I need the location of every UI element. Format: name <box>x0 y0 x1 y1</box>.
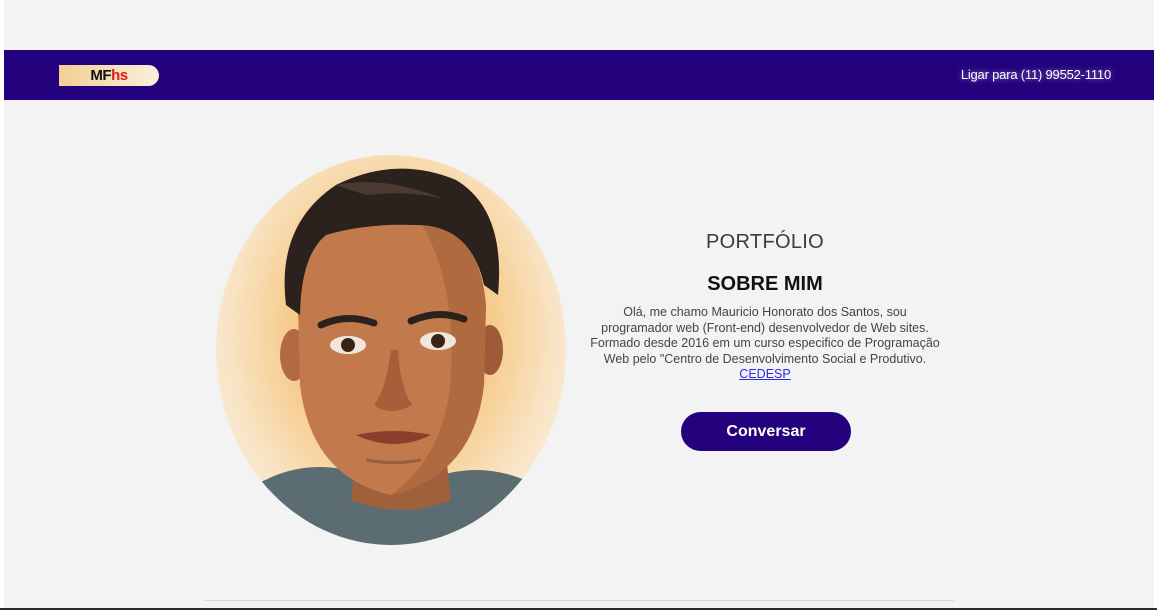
logo-text-mf: MF <box>90 67 112 84</box>
section-title: SOBRE MIM <box>707 273 823 295</box>
bio-paragraph: Olá, me chamo Mauricio Honorato dos Sant… <box>590 305 940 383</box>
call-phone-link[interactable]: Ligar para (11) 99552-1110 <box>961 67 1111 82</box>
cedesp-link[interactable]: CEDESP <box>739 367 790 381</box>
logo-text-hs: hs <box>111 67 128 84</box>
footer-divider <box>204 600 954 601</box>
bio-text: Olá, me chamo Mauricio Honorato dos Sant… <box>590 305 940 366</box>
navbar: MF hs Ligar para (11) 99552-1110 <box>4 50 1154 100</box>
page: MF hs Ligar para (11) 99552-1110 PORTFÓL… <box>0 0 1157 610</box>
logo[interactable]: MF hs <box>59 65 159 86</box>
section-eyebrow: PORTFÓLIO <box>706 231 824 253</box>
about-section: PORTFÓLIO SOBRE MIM Olá, me chamo Mauric… <box>590 225 940 383</box>
profile-portrait <box>216 155 566 545</box>
portrait-illustration <box>236 168 566 545</box>
conversar-button[interactable]: Conversar <box>681 412 851 451</box>
